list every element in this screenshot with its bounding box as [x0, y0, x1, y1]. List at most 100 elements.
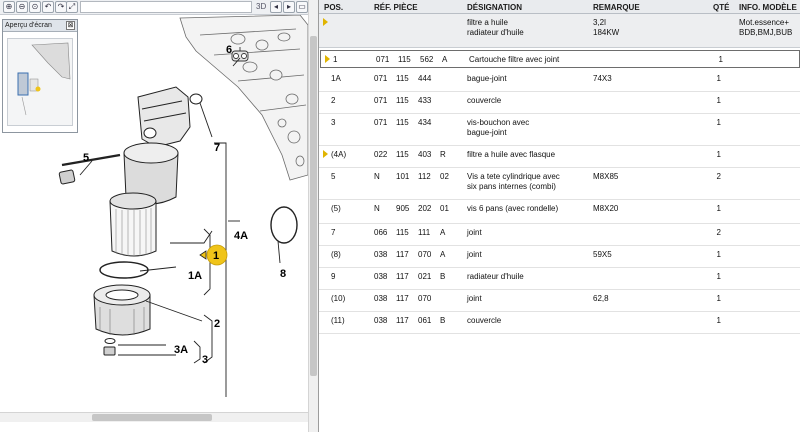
group-remarque: 3,2l 184KW — [593, 18, 620, 37]
cell-qty: 1 — [716, 204, 721, 213]
cell-pos: (11) — [331, 316, 345, 325]
overview-panel: Aperçu d'écran ⊠ — [2, 19, 78, 133]
cell-designation: joint — [467, 228, 482, 237]
cell-qty: 1 — [716, 150, 721, 159]
part-1a-ring-drawing — [99, 261, 149, 279]
cell-remarque: 59X5 — [593, 250, 612, 259]
cell-pos: 2 — [331, 96, 336, 105]
row-marker-icon — [325, 55, 330, 63]
table-row[interactable]: 7 066 115 111 Ajoint 2 — [319, 224, 800, 246]
oil-cooler-housing-drawing — [137, 86, 191, 148]
table-row[interactable]: (5) N 905 202 01 vis 6 pans (avec rondelle) M8… — [319, 200, 800, 224]
diagram-horizontal-scrollbar[interactable] — [0, 412, 308, 422]
table-row[interactable]: 1 071 115 562 A Cartouche filtre avec joint 1 — [320, 50, 800, 68]
thumbnail-drawing — [17, 42, 71, 116]
cell-designation: joint — [467, 250, 482, 259]
cell-designation: vis 6 pans (avec rondelle) — [467, 204, 559, 213]
col-header-ref[interactable]: RÉF. PIÈCE — [374, 3, 418, 12]
cell-qty: 2 — [716, 228, 721, 237]
zoom-in-icon[interactable]: ⊕ — [3, 1, 15, 13]
table-header: POS. RÉF. PIÈCE DÉSIGNATION REMARQUE QTÉ… — [319, 0, 800, 14]
label-1a: 1A — [188, 270, 202, 282]
cell-qty: 1 — [716, 96, 721, 105]
cell-designation: Cartouche filtre avec joint — [469, 55, 560, 64]
label-1: 1 — [213, 250, 219, 262]
cell-qty: 1 — [716, 294, 721, 303]
cell-qty: 1 — [716, 272, 721, 281]
overview-title-bar: Aperçu d'écran ⊠ — [3, 20, 77, 32]
overview-title: Aperçu d'écran — [5, 22, 52, 29]
table-row[interactable]: 1A 071 115 444 bague-joint 74X3 1 — [319, 70, 800, 92]
nav-back-icon[interactable]: ◂ — [270, 1, 282, 13]
zoom-out-icon[interactable]: ⊖ — [16, 1, 28, 13]
cell-designation: bague-joint — [467, 74, 507, 83]
col-header-model-info[interactable]: INFO. MODÈLE — [739, 3, 797, 12]
table-row[interactable]: 5 N 101 112 02 Vis a tete cylindrique avec six… — [319, 168, 800, 200]
col-header-qty[interactable]: QTÉ — [713, 3, 729, 12]
horizontal-scroll-thumb[interactable] — [92, 414, 212, 421]
overview-close-icon[interactable]: ⊠ — [66, 21, 75, 30]
diagram-vertical-scrollbar[interactable] — [308, 0, 318, 432]
cell-qty: 1 — [716, 250, 721, 259]
col-header-remarque[interactable]: REMARQUE — [593, 3, 640, 12]
col-header-pos[interactable]: POS. — [324, 3, 343, 12]
part-3-plug-drawing — [103, 338, 116, 356]
table-row[interactable]: (10) 038 117 070 joint 62,8 1 — [319, 290, 800, 312]
vertical-scroll-thumb[interactable] — [310, 36, 317, 376]
cell-pos: 3 — [331, 118, 336, 127]
cell-pos: 9 — [331, 272, 336, 281]
cell-remarque: M8X85 — [593, 172, 619, 181]
cell-qty: 1 — [716, 118, 721, 127]
group-model-info: Mot.essence+ BDB,BMJ,BUB — [739, 18, 793, 37]
group-row[interactable]: filtre a huile radiateur d'huile 3,2l 184K… — [319, 14, 800, 48]
cell-pos: 1A — [331, 74, 341, 83]
row-marker-icon — [323, 18, 328, 26]
label-3a: 3A — [174, 344, 188, 356]
zoom-fit-icon[interactable]: ⊙ — [29, 1, 41, 13]
diagram-search-input[interactable] — [80, 1, 252, 13]
parts-table: POS. RÉF. PIÈCE DÉSIGNATION REMARQUE QTÉ… — [318, 0, 800, 432]
highlight-callout-1[interactable]: 1 — [199, 244, 228, 266]
undo-icon[interactable]: ↶ — [42, 1, 54, 13]
table-row[interactable]: (11) 038 117 061 Bcouvercle 1 — [319, 312, 800, 334]
label-5: 5 — [83, 152, 89, 164]
part-1-cartridge-drawing — [109, 192, 157, 257]
table-row[interactable]: 3 071 115 434 vis-bouchon avec bague-joint 1 — [319, 114, 800, 146]
cell-qty: 1 — [716, 316, 721, 325]
cell-pos: (4A) — [331, 150, 347, 159]
col-header-designation[interactable]: DÉSIGNATION — [467, 3, 522, 12]
cell-designation: filtre a huile avec flasque — [467, 150, 556, 159]
nav-forward-icon[interactable]: ▸ — [283, 1, 295, 13]
label-4a: 4A — [234, 230, 248, 242]
part-2-cover-drawing — [93, 284, 151, 336]
fullscreen-icon[interactable]: ⤢ — [66, 1, 78, 13]
label-7: 7 — [214, 142, 220, 154]
cell-qty: 1 — [718, 55, 723, 64]
table-row[interactable]: (8) 038 117 070 Ajoint 59X5 1 — [319, 246, 800, 268]
diagram-toolbar: ⊕ ⊖ ⊙ ↶ ↷ ⤢ 3D ◂ ▸ ▭ — [0, 0, 318, 15]
cell-qty: 2 — [716, 172, 721, 181]
cell-pos: (10) — [331, 294, 346, 303]
part-7-oring-drawing — [189, 93, 203, 105]
table-row[interactable]: 9 038 117 021 Bradiateur d'huile 1 — [319, 268, 800, 290]
cell-designation: couvercle — [467, 316, 502, 325]
group-designation: filtre a huile radiateur d'huile — [467, 18, 524, 37]
cell-designation: joint — [467, 294, 482, 303]
row-marker-icon — [323, 150, 328, 158]
diagram-pane: ⊕ ⊖ ⊙ ↶ ↷ ⤢ 3D ◂ ▸ ▭ 6 7 5 4A 8 1A 2 3A … — [0, 0, 318, 432]
cell-remarque: 62,8 — [593, 294, 609, 303]
cell-remarque: 74X3 — [593, 74, 612, 83]
cell-remarque: M8X20 — [593, 204, 619, 213]
label-8: 8 — [280, 268, 286, 280]
print-icon[interactable]: ▭ — [296, 1, 308, 13]
table-row[interactable]: (4A) 022 115 403 Rfiltre a huile avec flasqu… — [319, 146, 800, 168]
part-5-bolt-drawing — [58, 153, 121, 185]
cell-designation: vis-bouchon avec bague-joint — [467, 118, 530, 137]
engine-block-drawing — [179, 15, 308, 181]
view-3d-button[interactable]: 3D — [256, 1, 270, 13]
cell-designation: Vis a tete cylindrique avec six pans inte… — [467, 172, 560, 191]
cell-qty: 1 — [716, 74, 721, 83]
overview-thumbnail[interactable] — [7, 38, 73, 126]
table-row[interactable]: 2 071 115 433 couvercle 1 — [319, 92, 800, 114]
label-3: 3 — [202, 354, 208, 366]
